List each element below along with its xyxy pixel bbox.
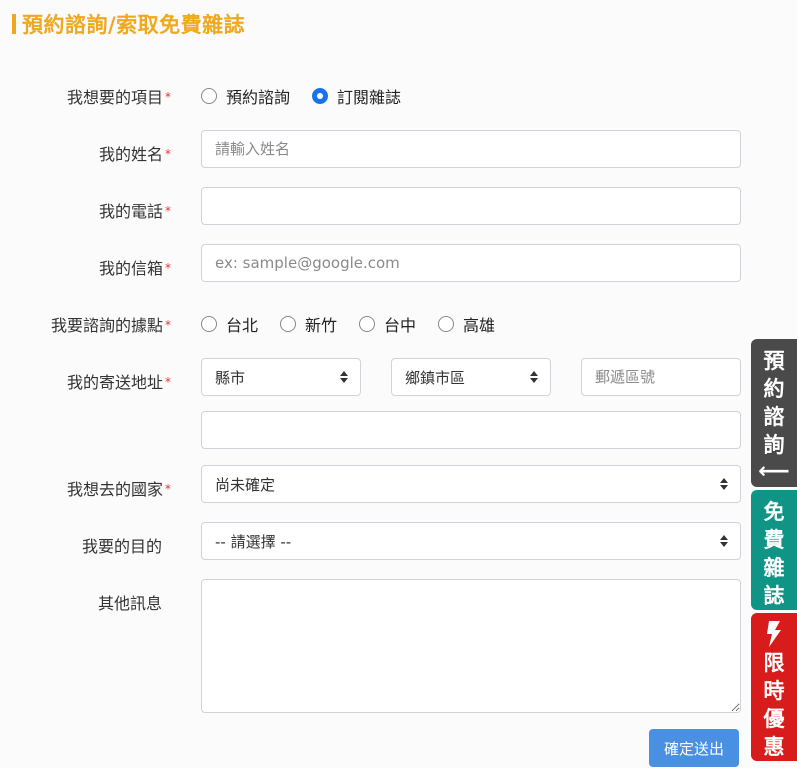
side-tab-char: 詢: [763, 433, 785, 457]
side-tab-char: 雜: [763, 556, 785, 580]
side-tab-char: 優: [763, 707, 785, 731]
side-tab-char: 時: [763, 679, 785, 703]
radio-taipei[interactable]: 台北: [201, 312, 258, 336]
radio-taichung-circle[interactable]: [359, 316, 376, 332]
item-label: 我想要的項目 *: [67, 84, 171, 108]
phone-input[interactable]: [201, 187, 741, 225]
radio-taipei-circle[interactable]: [201, 316, 217, 332]
side-tab-char: 預: [763, 349, 785, 373]
side-tab-magazine[interactable]: 免 費 雜 誌: [751, 490, 797, 610]
phone-label: 我的電話 *: [99, 198, 171, 222]
select-arrows-icon: [720, 535, 728, 547]
select-arrows-icon: [530, 371, 538, 383]
side-tab-char: 免: [763, 500, 785, 524]
side-tab-consult[interactable]: 預 約 諮 詢 ⟵: [751, 339, 797, 487]
page-title-text: 預約諮詢/索取免費雜誌: [22, 13, 246, 37]
location-label: 我要諮詢的據點 *: [51, 312, 171, 336]
required-mark: *: [165, 318, 171, 332]
title-accent-bar: [12, 14, 16, 34]
side-tab-offer[interactable]: 限 時 優 惠: [751, 613, 797, 761]
select-arrows-icon: [340, 371, 348, 383]
name-input[interactable]: [201, 130, 741, 168]
purpose-select-value: -- 請選擇 --: [215, 532, 292, 551]
side-tab-char: 惠: [763, 735, 785, 759]
radio-hsinchu[interactable]: 新竹: [280, 312, 337, 336]
submit-button[interactable]: 確定送出: [649, 729, 739, 767]
item-radio-group: 預約諮詢 訂閱雜誌: [201, 84, 423, 108]
message-label: 其他訊息: [98, 590, 171, 614]
address-label-text: 我的寄送地址: [66, 373, 163, 392]
arrow-left-icon: ⟵: [758, 459, 790, 484]
radio-kaohsiung-label: 高雄: [463, 316, 496, 335]
email-label: 我的信箱 *: [99, 255, 171, 279]
message-textarea[interactable]: [201, 579, 741, 713]
radio-kaohsiung-circle[interactable]: [438, 316, 455, 332]
radio-hsinchu-label: 新竹: [305, 316, 338, 335]
item-label-text: 我想要的項目: [66, 88, 163, 107]
phone-label-text: 我的電話: [98, 202, 163, 221]
location-radio-group: 台北 新竹 台中 高雄: [201, 312, 517, 336]
radio-taipei-label: 台北: [226, 316, 259, 335]
required-mark: *: [165, 482, 171, 496]
radio-magazine[interactable]: 訂閱雜誌: [312, 84, 401, 108]
location-label-text: 我要諮詢的據點: [50, 316, 163, 335]
city-select-value: 縣市: [215, 368, 246, 387]
radio-taichung-label: 台中: [384, 316, 417, 335]
required-mark: *: [165, 375, 171, 389]
country-select-value: 尚未確定: [215, 475, 276, 494]
purpose-label-text: 我要的目的: [81, 537, 162, 556]
name-label-text: 我的姓名: [98, 145, 163, 164]
side-tab-char: 費: [763, 528, 785, 552]
street-address-input[interactable]: [201, 411, 741, 449]
radio-taichung[interactable]: 台中: [359, 312, 416, 336]
lightning-icon: [767, 621, 781, 647]
required-mark: *: [165, 147, 171, 161]
country-select[interactable]: 尚未確定: [201, 465, 741, 503]
message-label-text: 其他訊息: [97, 594, 162, 613]
purpose-label: 我要的目的: [82, 533, 171, 557]
purpose-select[interactable]: -- 請選擇 --: [201, 522, 741, 560]
radio-consult-label: 預約諮詢: [226, 88, 291, 107]
email-label-text: 我的信箱: [98, 259, 163, 278]
radio-magazine-circle[interactable]: [312, 88, 329, 104]
name-label: 我的姓名 *: [99, 141, 171, 165]
required-mark: *: [165, 204, 171, 218]
side-tab-char: 誌: [763, 584, 785, 608]
city-select[interactable]: 縣市: [201, 358, 361, 396]
address-label: 我的寄送地址 *: [67, 369, 171, 393]
radio-consult[interactable]: 預約諮詢: [201, 84, 290, 108]
country-label-text: 我想去的國家: [66, 480, 163, 499]
required-mark: *: [165, 261, 171, 275]
required-mark: *: [165, 90, 171, 104]
radio-magazine-label: 訂閱雜誌: [337, 88, 402, 107]
email-input[interactable]: [201, 244, 741, 282]
zip-input[interactable]: [581, 358, 741, 396]
country-label: 我想去的國家 *: [67, 476, 171, 500]
select-arrows-icon: [720, 478, 728, 490]
side-tab-char: 約: [763, 377, 785, 401]
district-select[interactable]: 鄉鎮市區: [391, 358, 551, 396]
radio-kaohsiung[interactable]: 高雄: [438, 312, 495, 336]
radio-consult-circle[interactable]: [201, 88, 217, 104]
radio-hsinchu-circle[interactable]: [280, 316, 297, 332]
side-tab-char: 諮: [763, 405, 785, 429]
side-tab-char: 限: [763, 651, 785, 675]
page-title: 預約諮詢/索取免費雜誌: [12, 10, 245, 38]
district-select-value: 鄉鎮市區: [405, 368, 466, 387]
